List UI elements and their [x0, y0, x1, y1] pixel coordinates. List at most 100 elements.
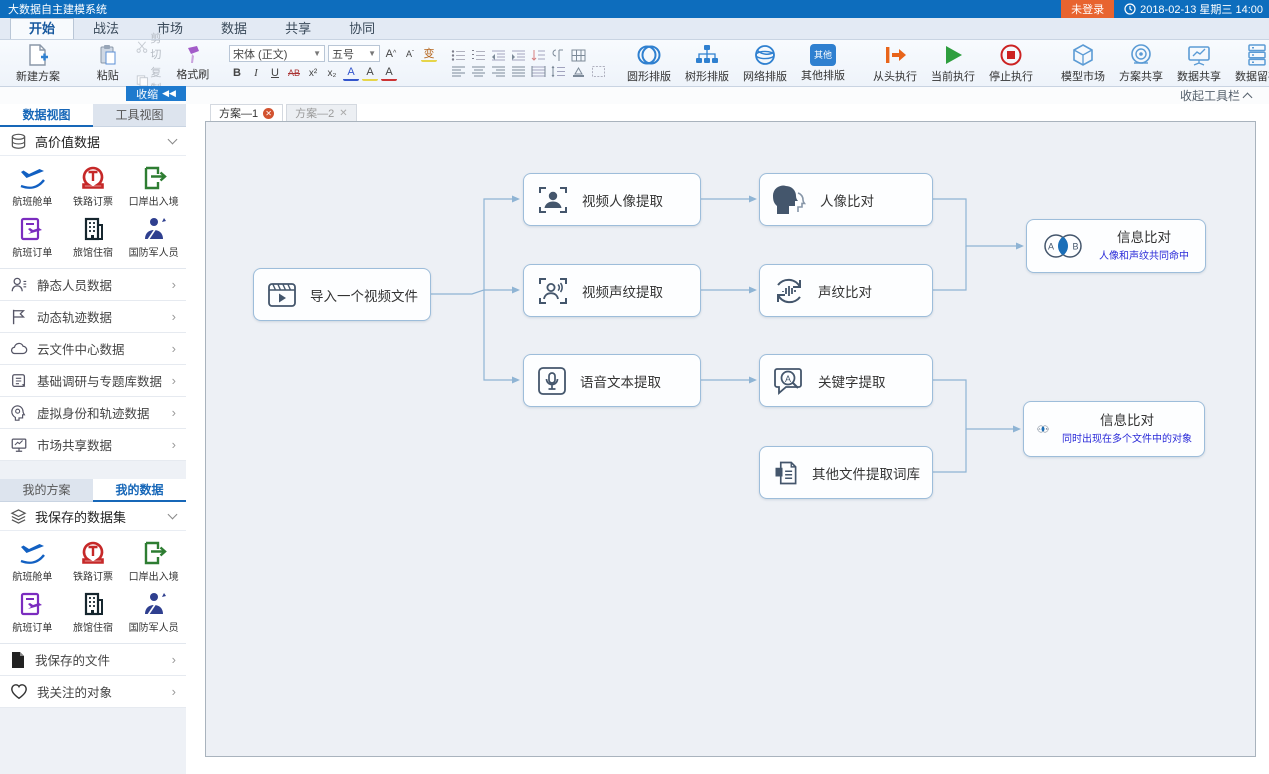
show-marks-icon[interactable]	[551, 49, 566, 62]
node-video-voiceprint-extract[interactable]: 视频声纹提取	[523, 264, 701, 317]
virtual-head-icon	[10, 404, 28, 422]
phonetic-guide-button[interactable]: 变	[421, 46, 437, 62]
dataset-hotel-stay[interactable]: 旅馆住宿	[63, 586, 124, 637]
justify-icon[interactable]	[511, 65, 526, 78]
my-saved-files[interactable]: 我保存的文件›	[0, 644, 186, 676]
my-followed-objects[interactable]: 我关注的对象›	[0, 676, 186, 708]
node-keyword-extract[interactable]: A 关键字提取	[759, 354, 933, 407]
node-info-compare-1[interactable]: AB 信息比对 人像和声纹共同命中	[1026, 219, 1206, 273]
plan-share-button[interactable]: 方案共享	[1112, 42, 1170, 84]
new-plan-button[interactable]: 新建方案	[9, 42, 67, 84]
category-basic-research[interactable]: 基础调研与专题库数据›	[0, 365, 186, 397]
tab-my-data[interactable]: 我的数据	[93, 479, 186, 502]
tab-tool-view[interactable]: 工具视图	[93, 104, 186, 127]
plan-tab-2[interactable]: 方案—2 ✕	[286, 104, 357, 121]
line-spacing-icon[interactable]	[551, 65, 566, 78]
increase-indent-icon[interactable]	[511, 49, 526, 62]
tab-share[interactable]: 共享	[266, 18, 330, 39]
hotel-icon	[79, 216, 107, 242]
paste-button[interactable]: 粘贴	[81, 42, 135, 84]
dataset-railway-ticket[interactable]: 铁路订票	[63, 160, 124, 211]
decrease-indent-icon[interactable]	[491, 49, 506, 62]
dataset-flight-order[interactable]: 航班订单	[2, 211, 63, 262]
network-layout-button[interactable]: 网络排版	[736, 42, 794, 84]
dataset-port-entry-exit[interactable]: 口岸出入境	[123, 535, 184, 586]
tab-data-view[interactable]: 数据视图	[0, 104, 93, 127]
dataset-military-personnel[interactable]: 国防军人员	[123, 211, 184, 262]
node-voiceprint-compare[interactable]: 声纹比对	[759, 264, 933, 317]
network-layout-icon	[752, 43, 778, 67]
collapse-toolbar-button[interactable]: 收起工具栏	[1180, 87, 1251, 104]
data-retention-button[interactable]: 数据留存	[1228, 42, 1269, 84]
flight-order-icon	[18, 591, 46, 617]
circle-layout-button[interactable]: 圆形排版	[620, 42, 678, 84]
font-name-select[interactable]: 宋体 (正文)▼	[229, 45, 325, 62]
close-tab-icon[interactable]: ✕	[339, 108, 347, 119]
category-virtual-identity[interactable]: 虚拟身份和轨迹数据›	[0, 397, 186, 429]
dataset-flight-order[interactable]: 航班订单	[2, 586, 63, 637]
strikethrough-button[interactable]: AB	[286, 65, 302, 81]
node-speech-text-extract[interactable]: 语音文本提取	[523, 354, 701, 407]
font-color-button[interactable]: A	[381, 65, 397, 81]
table-icon[interactable]	[571, 49, 586, 62]
node-subtitle: 人像和声纹共同命中	[1099, 249, 1189, 264]
tab-my-plans[interactable]: 我的方案	[0, 479, 93, 502]
tab-collab[interactable]: 协同	[330, 18, 394, 39]
run-current-button[interactable]: 当前执行	[924, 42, 982, 84]
bold-button[interactable]: B	[229, 65, 245, 81]
dataset-railway-ticket[interactable]: 铁路订票	[63, 535, 124, 586]
tab-tactics[interactable]: 战法	[74, 18, 138, 39]
model-market-button[interactable]: 模型市场	[1054, 42, 1112, 84]
align-center-icon[interactable]	[471, 65, 486, 78]
sort-icon[interactable]	[531, 49, 546, 62]
text-effects-button[interactable]: A	[343, 65, 359, 81]
section-my-saved-datasets[interactable]: 我保存的数据集	[0, 502, 186, 531]
category-market-shared-data[interactable]: 市场共享数据›	[0, 429, 186, 461]
distribute-icon[interactable]	[531, 65, 546, 78]
voiceprint-cycle-icon	[772, 275, 806, 307]
bullet-list-icon[interactable]	[451, 49, 466, 62]
data-share-button[interactable]: 数据共享	[1170, 42, 1228, 84]
italic-button[interactable]: I	[248, 65, 264, 81]
run-from-start-label: 从头执行	[873, 68, 917, 84]
category-dynamic-trajectory[interactable]: 动态轨迹数据›	[0, 301, 186, 333]
align-right-icon[interactable]	[491, 65, 506, 78]
dataset-military-personnel[interactable]: 国防军人员	[123, 586, 184, 637]
underline-button[interactable]: U	[267, 65, 283, 81]
shading-icon[interactable]	[571, 65, 586, 78]
node-other-files-lexicon[interactable]: 其他文件提取词库	[759, 446, 933, 499]
shrink-font-button[interactable]: Aˇ	[402, 46, 418, 62]
dataset-hotel-stay[interactable]: 旅馆住宿	[63, 211, 124, 262]
stop-exec-button[interactable]: 停止执行	[982, 42, 1040, 84]
close-tab-icon[interactable]: ✕	[263, 108, 274, 119]
plan-tab-1[interactable]: 方案—1 ✕	[210, 104, 283, 121]
format-painter-button[interactable]: 格式刷	[171, 42, 215, 84]
grow-font-button[interactable]: A^	[383, 46, 399, 62]
run-from-start-button[interactable]: 从头执行	[866, 42, 924, 84]
node-import-video-file[interactable]: 导入一个视频文件	[253, 268, 431, 321]
other-layout-button[interactable]: 其他 其他排版	[794, 42, 852, 84]
workspace: 方案—1 ✕ 方案—2 ✕	[186, 104, 1269, 774]
sidebar-shrink-button[interactable]: 收缩 ◀◀	[126, 86, 186, 101]
numbered-list-icon[interactable]	[471, 49, 486, 62]
superscript-button[interactable]: x²	[305, 65, 321, 81]
category-cloud-file-center[interactable]: 云文件中心数据›	[0, 333, 186, 365]
flowchart-canvas[interactable]: 导入一个视频文件 视频人像提取 视频声纹提取 语音文本提取 人像比对 声纹比对	[205, 121, 1256, 757]
node-face-compare[interactable]: 人像比对	[759, 173, 933, 226]
border-icon[interactable]	[591, 65, 606, 78]
dataset-flight-manifest[interactable]: 航班舱单	[2, 160, 63, 211]
tab-data[interactable]: 数据	[202, 18, 266, 39]
dataset-flight-manifest[interactable]: 航班舱单	[2, 535, 63, 586]
category-static-personnel[interactable]: 静态人员数据›	[0, 269, 186, 301]
font-size-select[interactable]: 五号▼	[328, 45, 380, 62]
tab-home[interactable]: 开始	[10, 18, 74, 39]
tree-layout-button[interactable]: 树形排版	[678, 42, 736, 84]
subscript-button[interactable]: x₂	[324, 65, 340, 81]
login-status-badge[interactable]: 未登录	[1061, 0, 1114, 18]
align-left-icon[interactable]	[451, 65, 466, 78]
highlight-button[interactable]: A	[362, 65, 378, 81]
node-video-face-extract[interactable]: 视频人像提取	[523, 173, 701, 226]
node-info-compare-2[interactable]: AB 信息比对 同时出现在多个文件中的对象	[1023, 401, 1205, 457]
section-high-value-data[interactable]: 高价值数据	[0, 127, 186, 156]
dataset-port-entry-exit[interactable]: 口岸出入境	[123, 160, 184, 211]
